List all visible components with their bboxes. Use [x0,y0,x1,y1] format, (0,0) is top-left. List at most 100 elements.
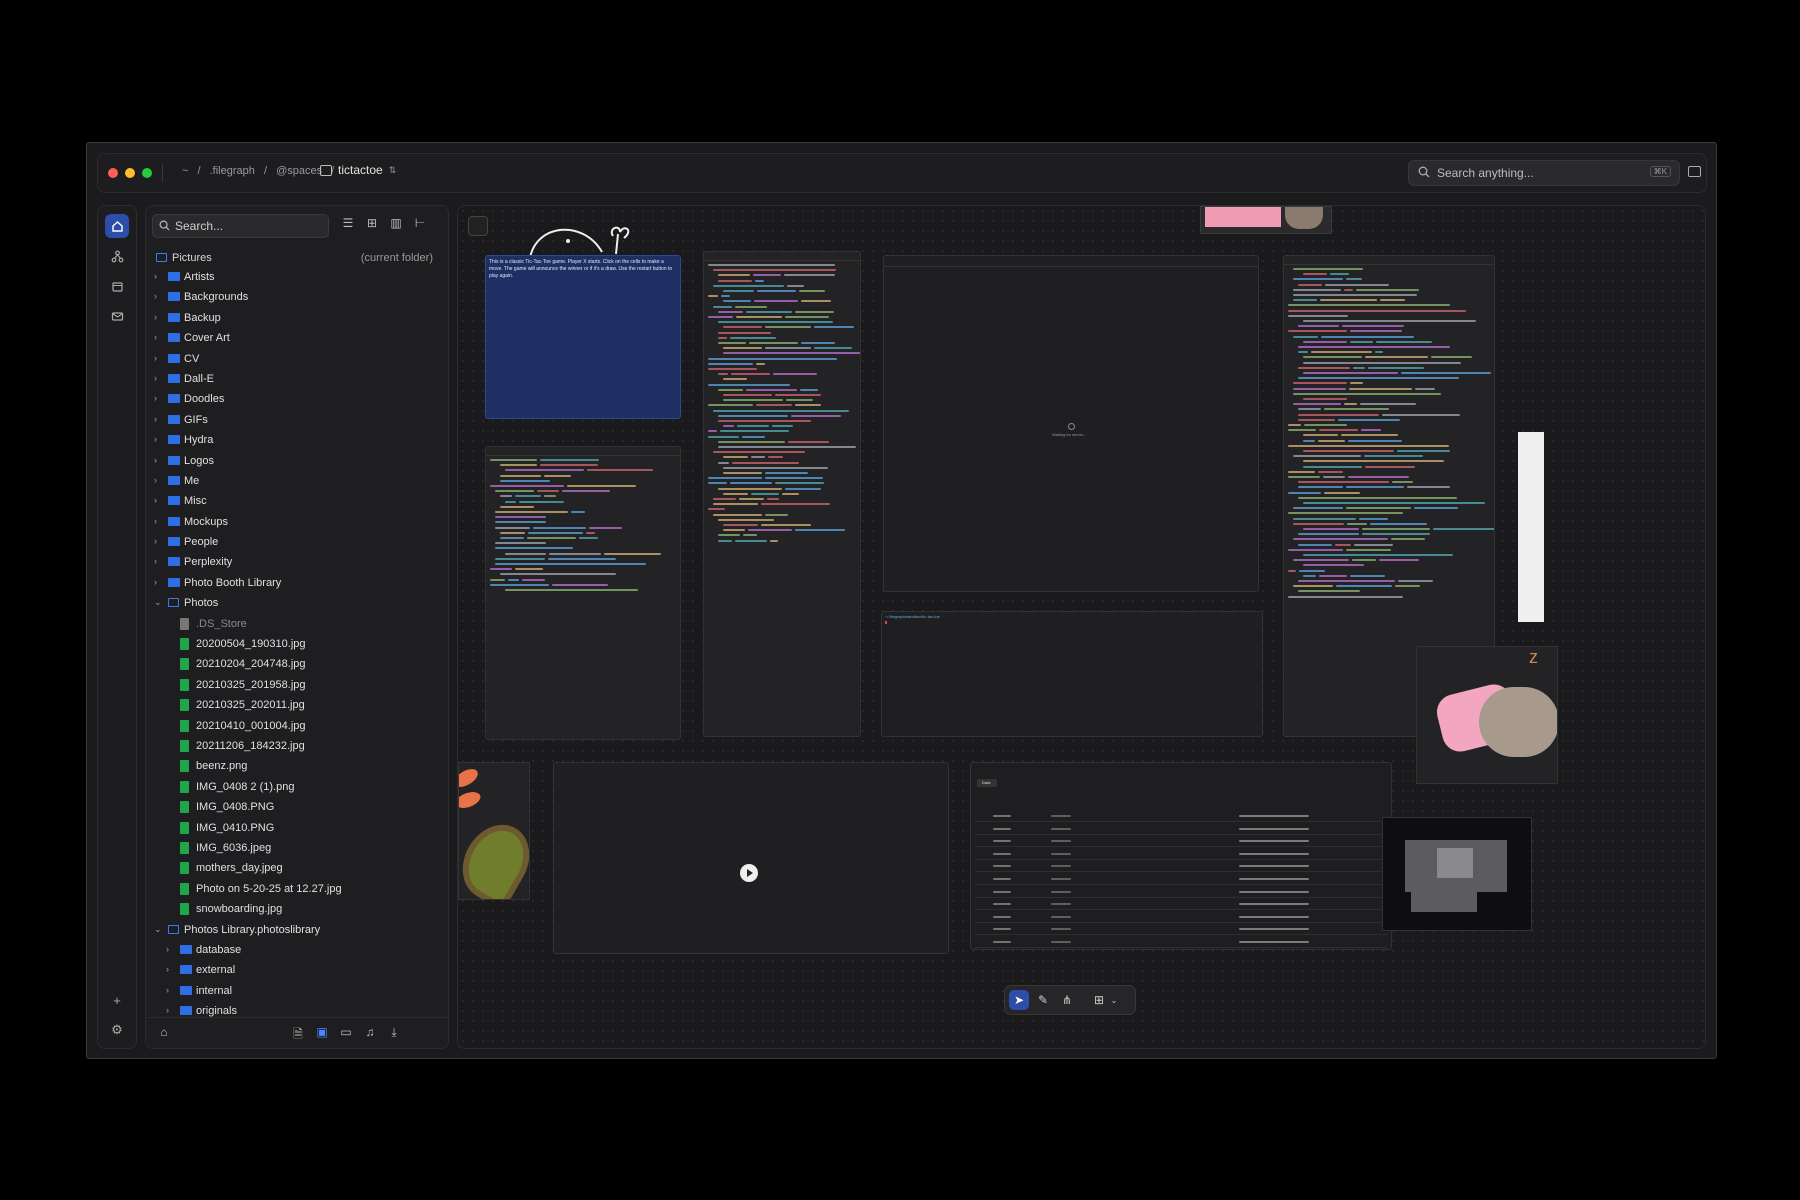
video-filter-icon[interactable]: ▭ [338,1025,354,1041]
connector-tool-button[interactable]: ⋔ [1057,990,1077,1010]
chevron-right-icon[interactable]: › [154,556,157,566]
file-row[interactable]: .DS_Store [146,615,448,635]
file-row[interactable]: snowboarding.jpg [146,900,448,920]
add-widget-button[interactable]: ⊞ [1089,990,1109,1010]
chevron-right-icon[interactable]: › [166,964,169,974]
chevron-down-icon[interactable]: ⌄ [154,597,162,608]
chevron-right-icon[interactable]: › [166,944,169,954]
breadcrumb-filegraph[interactable]: .filegraph [210,165,255,177]
sidebar-toggle-icon[interactable] [468,216,488,236]
zoom-window-button[interactable] [142,168,152,178]
chevron-right-icon[interactable]: › [154,271,157,281]
file-row[interactable]: 20210410_001004.jpg [146,717,448,737]
data-table-card[interactable]: Data [970,762,1392,950]
chevron-down-icon[interactable]: ⌄ [154,924,162,935]
folder-row[interactable]: › Backgrounds [146,288,448,308]
note-card[interactable]: This is a classic Tic-Tac-Toe game. Play… [485,255,681,419]
widget-menu-button[interactable]: ⌄ [1107,990,1121,1010]
css-code-card[interactable] [703,251,861,737]
folder-row[interactable]: › Backup [146,309,448,329]
chevron-right-icon[interactable]: › [154,516,157,526]
lock-icon[interactable] [1688,166,1701,177]
chevron-right-icon[interactable]: › [154,577,157,587]
folder-row-photos[interactable]: ⌄ Photos [146,594,448,614]
minimize-window-button[interactable] [125,168,135,178]
file-row[interactable]: 20210204_204748.jpg [146,655,448,675]
file-row[interactable]: IMG_0410.PNG [146,819,448,839]
add-button[interactable]: + [105,988,129,1012]
folder-row[interactable]: › internal [146,982,448,1002]
chevron-right-icon[interactable]: › [154,393,157,403]
folder-row[interactable]: › Perplexity [146,553,448,573]
file-row[interactable]: IMG_6036.jpeg [146,839,448,859]
file-row[interactable]: 20210325_202011.jpg [146,696,448,716]
file-row[interactable]: 20211206_184232.jpg [146,737,448,757]
columns-view-icon[interactable]: ▥ [387,216,405,234]
music-filter-icon[interactable]: ♫ [362,1025,378,1041]
folder-row[interactable]: › Logos [146,452,448,472]
pen-tool-button[interactable]: ✎ [1033,990,1053,1010]
file-row[interactable]: IMG_0408.PNG [146,798,448,818]
folder-row[interactable]: › Mockups [146,513,448,533]
file-row[interactable]: Photo on 5-20-25 at 12.27.jpg [146,880,448,900]
chevron-right-icon[interactable]: › [154,475,157,485]
folder-row[interactable]: › Artists [146,268,448,288]
breadcrumb-home[interactable]: ~ [182,165,188,177]
pusheen-image-card[interactable] [1200,206,1332,234]
tree-view-icon[interactable]: ⊢ [411,216,429,234]
image-card-right[interactable] [1518,432,1544,622]
file-row[interactable]: 20200504_190310.jpg [146,635,448,655]
chevron-right-icon[interactable]: › [166,985,169,995]
calendar-button[interactable] [105,274,129,298]
global-search-input[interactable]: Search anything... ⌘K [1408,160,1680,186]
download-icon[interactable]: ⤓ [386,1025,402,1041]
folder-row[interactable]: › People [146,533,448,553]
terminal-card[interactable]: ~/.filegraph/sandbox/tic-tac-toe [881,611,1263,737]
play-button[interactable] [740,864,758,882]
chevron-right-icon[interactable]: › [154,434,157,444]
folder-row[interactable]: › Dall-E [146,370,448,390]
folder-row[interactable]: › Hydra [146,431,448,451]
home-button[interactable] [105,214,129,238]
panel-search-input[interactable]: Search... [152,214,329,238]
folder-row[interactable]: › CV [146,350,448,370]
file-row[interactable]: beenz.png [146,757,448,777]
breadcrumb-spaces[interactable]: @spaces [276,165,322,177]
folder-row[interactable]: › database [146,941,448,961]
grid-view-icon[interactable]: ⊞ [363,216,381,234]
folder-row[interactable]: › Doodles [146,390,448,410]
graph-button[interactable] [105,244,129,268]
sleeping-cat-image[interactable]: z [1416,646,1558,784]
folder-row-library[interactable]: ⌄ Photos Library.photoslibrary [146,921,448,941]
file-row[interactable]: 20210325_201958.jpg [146,676,448,696]
space-selector[interactable]: tictactoe ⇅ [320,163,396,177]
folder-row[interactable]: › Misc [146,492,448,512]
settings-button[interactable]: ⚙ [105,1018,129,1042]
tab-data[interactable]: Data [982,780,990,785]
chevron-right-icon[interactable]: › [154,312,157,322]
folder-row[interactable]: › Me [146,472,448,492]
chevron-right-icon[interactable]: › [154,536,157,546]
chevron-right-icon[interactable]: › [166,1005,169,1015]
folder-row[interactable]: › Cover Art [146,329,448,349]
video-card[interactable] [553,762,949,954]
chevron-right-icon[interactable]: › [154,414,157,424]
home-icon[interactable]: ⌂ [156,1025,172,1041]
document-filter-icon[interactable]: 🗎 [290,1025,306,1041]
folder-row[interactable]: › GIFs [146,411,448,431]
chevron-right-icon[interactable]: › [154,332,157,342]
chevron-right-icon[interactable]: › [154,291,157,301]
chevron-right-icon[interactable]: › [154,495,157,505]
browser-preview-card[interactable]: Waiting for server... [883,255,1259,592]
minimap[interactable] [1382,817,1532,931]
mail-button[interactable] [105,304,129,328]
close-window-button[interactable] [108,168,118,178]
chevron-right-icon[interactable]: › [154,455,157,465]
chevron-right-icon[interactable]: › [154,373,157,383]
list-view-icon[interactable]: ☰ [339,216,357,234]
html-code-card[interactable] [485,446,681,740]
canvas[interactable]: This is a classic Tic-Tac-Toe game. Play… [457,205,1706,1049]
folder-row[interactable]: › Photo Booth Library [146,574,448,594]
doodle-image[interactable] [528,214,638,259]
folder-row[interactable]: › external [146,961,448,981]
